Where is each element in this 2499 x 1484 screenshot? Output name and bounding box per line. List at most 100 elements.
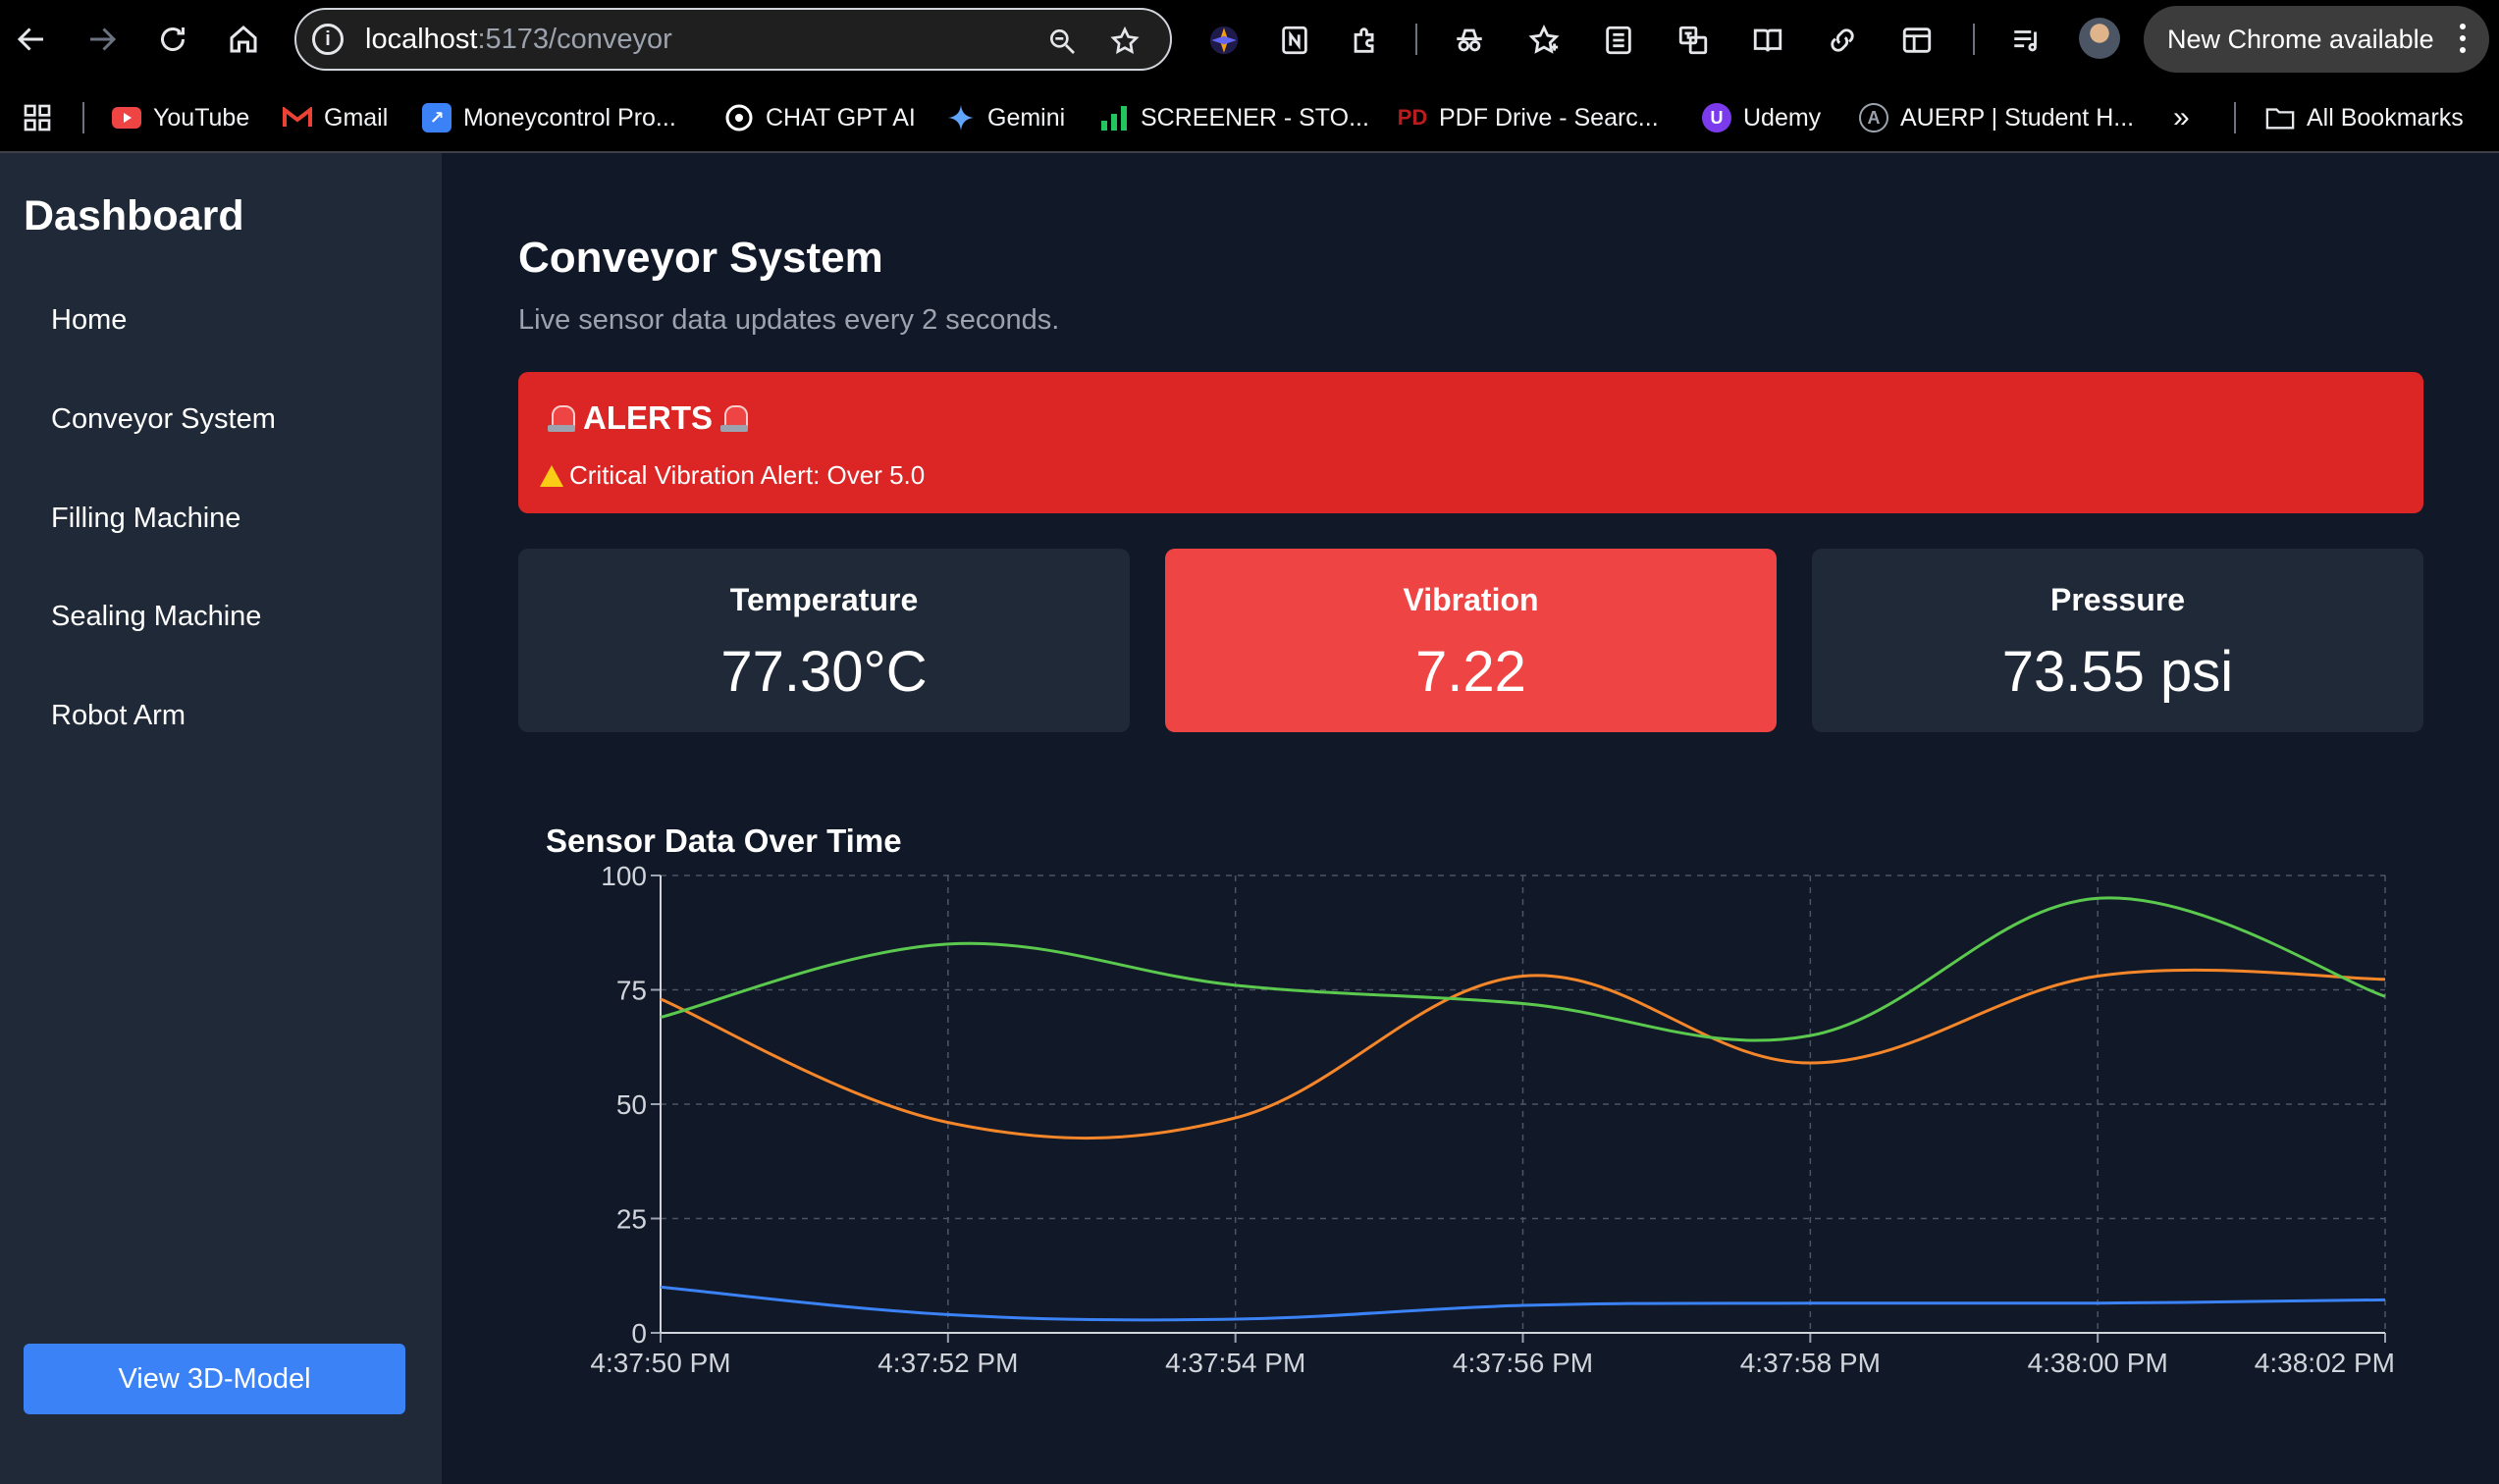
y-tick-label: 50 — [616, 1089, 647, 1120]
bookmark-pdfdrive[interactable]: PD PDF Drive - Searc... — [1398, 98, 1659, 137]
url-text[interactable]: localhost:5173/conveyor — [365, 24, 672, 56]
sensor-line-chart: 0 25 50 75 100 4:37:50 PM 4:37:52 PM 4:37:54 PM… — [590, 864, 2395, 1378]
y-tick-label: 25 — [616, 1204, 647, 1235]
x-tick-label: 4:38:02 PM — [2255, 1348, 2395, 1378]
sidebar-title: Dashboard — [24, 192, 244, 239]
extension-compass-icon[interactable] — [1201, 18, 1247, 63]
bookmarks-divider — [2234, 102, 2236, 133]
bookmarks-divider — [82, 102, 84, 133]
bookmark-label: SCREENER - STO... — [1141, 103, 1369, 132]
zoom-icon[interactable] — [1042, 22, 1082, 61]
browser-toolbar: i localhost:5173/conveyor New Chrome ava… — [0, 0, 2499, 80]
tab-layout-icon[interactable] — [1894, 18, 1940, 63]
more-bookmarks-chevron-icon[interactable]: » — [2173, 98, 2190, 137]
bookmark-star-icon[interactable] — [1105, 22, 1144, 61]
siren-icon — [548, 403, 575, 433]
chart-title: Sensor Data Over Time — [546, 822, 902, 859]
bookmark-label: AUERP | Student H... — [1900, 103, 2135, 132]
alerts-title-text: ALERTS — [583, 399, 713, 436]
reading-list-icon[interactable] — [1596, 18, 1641, 63]
y-tick-label: 75 — [616, 976, 647, 1006]
page-subtitle: Live sensor data updates every 2 seconds… — [518, 304, 1060, 336]
bookmark-label: Moneycontrol Pro... — [463, 103, 676, 132]
alerts-heading: ALERTS — [540, 399, 756, 437]
gemini-icon — [946, 103, 976, 132]
chrome-update-button[interactable]: New Chrome available — [2144, 6, 2489, 73]
incognito-icon[interactable] — [1447, 18, 1492, 63]
card-value: 77.30°C — [720, 640, 928, 704]
bookmark-label: Udemy — [1743, 103, 1822, 132]
gmail-icon — [283, 103, 312, 132]
sidebar-item-sealing-machine[interactable]: Sealing Machine — [51, 601, 261, 633]
bookmark-chatgpt[interactable]: CHAT GPT AI — [724, 98, 916, 137]
translate-icon[interactable] — [1671, 18, 1716, 63]
card-label: Temperature — [729, 582, 919, 617]
bookmarks-bar: YouTube Gmail ↗ Moneycontrol Pro... CHAT… — [0, 80, 2499, 153]
site-info-icon[interactable]: i — [312, 24, 344, 55]
moneycontrol-icon: ↗ — [422, 103, 452, 132]
bookmark-screener[interactable]: SCREENER - STO... — [1099, 98, 1369, 137]
bookmark-auerp[interactable]: A AUERP | Student H... — [1859, 98, 2134, 137]
bookmark-label: All Bookmarks — [2307, 103, 2464, 132]
bookmark-youtube[interactable]: YouTube — [112, 98, 249, 137]
temperature-card: Temperature 77.30°C — [518, 549, 1130, 732]
extensions-puzzle-icon[interactable] — [1343, 18, 1388, 63]
bookmark-all-bookmarks[interactable]: All Bookmarks — [2265, 98, 2464, 137]
reload-icon[interactable] — [147, 14, 198, 65]
youtube-icon — [112, 103, 141, 132]
view-3d-model-button[interactable]: View 3D-Model — [24, 1344, 405, 1414]
card-value: 7.22 — [1415, 640, 1526, 704]
bookmark-label: YouTube — [153, 103, 250, 132]
bookmark-gemini[interactable]: Gemini — [946, 98, 1065, 137]
auerp-icon: A — [1859, 103, 1888, 132]
notion-icon[interactable] — [1272, 18, 1317, 63]
x-tick-label: 4:37:50 PM — [590, 1348, 730, 1378]
y-tick-label: 100 — [601, 864, 647, 891]
screener-icon — [1099, 103, 1129, 132]
sidebar-item-filling-machine[interactable]: Filling Machine — [51, 503, 240, 535]
chrome-update-label: New Chrome available — [2167, 24, 2434, 54]
favorites-star-icon[interactable] — [1521, 18, 1567, 63]
link-icon[interactable] — [1820, 18, 1865, 63]
forward-icon[interactable] — [77, 14, 128, 65]
toolbar-divider — [1973, 24, 1975, 55]
alert-message-text: Critical Vibration Alert: Over 5.0 — [569, 460, 926, 490]
sidebar-item-robot-arm[interactable]: Robot Arm — [51, 700, 186, 732]
sidebar-item-conveyor-system[interactable]: Conveyor System — [51, 403, 276, 436]
bookmark-label: CHAT GPT AI — [766, 103, 916, 132]
sidebar: Dashboard Home Conveyor System Filling M… — [0, 153, 442, 1484]
back-icon[interactable] — [6, 14, 57, 65]
toolbar-divider — [1415, 24, 1417, 55]
reader-mode-icon[interactable] — [1745, 18, 1790, 63]
udemy-icon: U — [1702, 103, 1731, 132]
pressure-card: Pressure 73.55 psi — [1812, 549, 2423, 732]
profile-avatar[interactable] — [2079, 18, 2120, 59]
bookmark-moneycontrol[interactable]: ↗ Moneycontrol Pro... — [422, 98, 676, 137]
warning-icon — [540, 464, 563, 487]
bookmark-label: PDF Drive - Searc... — [1439, 103, 1659, 132]
alerts-banner: ALERTS Critical Vibration Alert: Over 5.… — [518, 372, 2423, 513]
more-menu-icon[interactable] — [2460, 24, 2466, 53]
media-queue-icon[interactable] — [2004, 18, 2049, 63]
x-tick-label: 4:37:54 PM — [1165, 1348, 1305, 1378]
y-tick-label: 0 — [631, 1318, 647, 1349]
address-bar[interactable]: i localhost:5173/conveyor — [294, 8, 1172, 71]
card-label: Pressure — [2050, 582, 2185, 617]
x-tick-label: 4:37:52 PM — [877, 1348, 1018, 1378]
folder-icon — [2265, 103, 2295, 132]
x-tick-label: 4:38:00 PM — [2028, 1348, 2168, 1378]
x-tick-label: 4:37:58 PM — [1740, 1348, 1881, 1378]
apps-grid-icon[interactable] — [22, 98, 53, 137]
pdfdrive-icon: PD — [1397, 105, 1428, 130]
bookmark-label: Gemini — [987, 103, 1066, 132]
openai-icon — [724, 103, 754, 132]
sidebar-item-home[interactable]: Home — [51, 304, 127, 337]
alert-message: Critical Vibration Alert: Over 5.0 — [540, 460, 925, 491]
card-label: Vibration — [1403, 582, 1539, 617]
card-value: 73.55 psi — [2001, 640, 2234, 704]
page-title: Conveyor System — [518, 234, 883, 282]
bookmark-gmail[interactable]: Gmail — [283, 98, 388, 137]
bookmark-udemy[interactable]: U Udemy — [1702, 98, 1821, 137]
vibration-card: Vibration 7.22 — [1165, 549, 1777, 732]
home-icon[interactable] — [218, 14, 269, 65]
